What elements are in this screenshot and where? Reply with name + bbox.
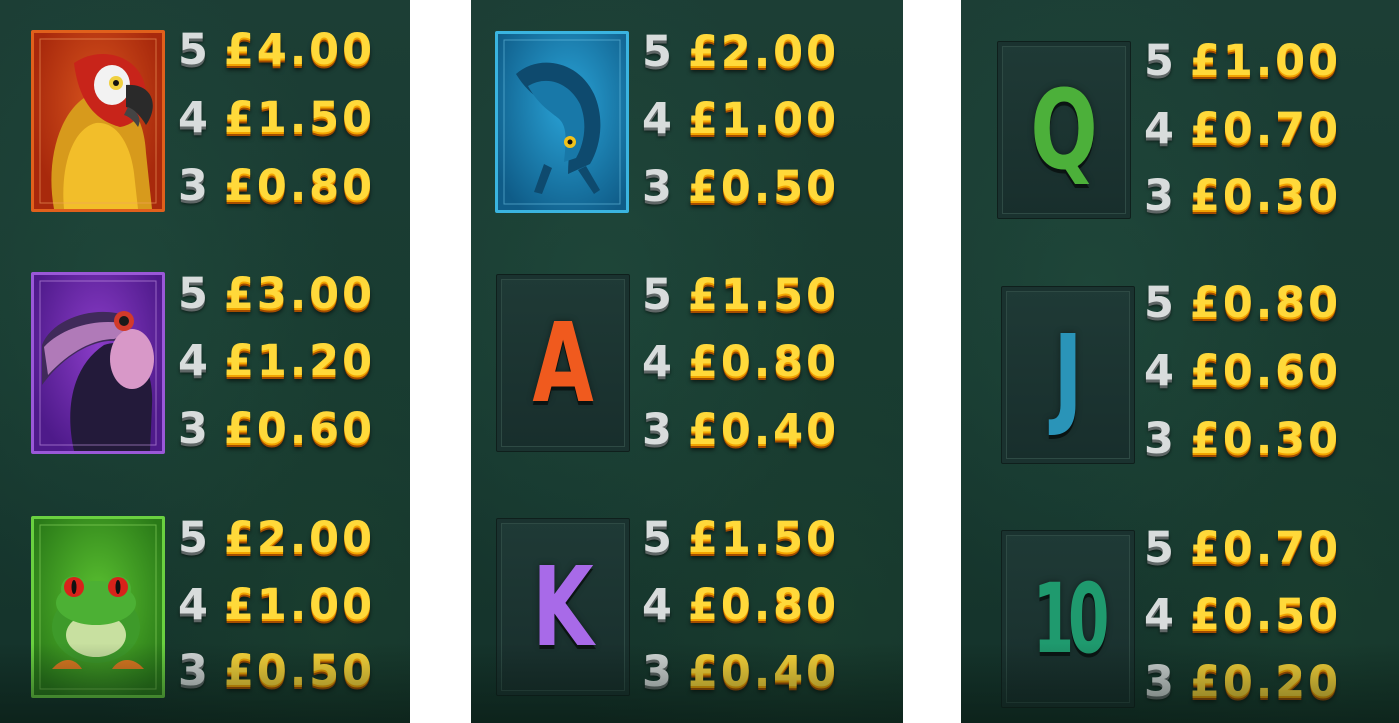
letter-k-glyph: K bbox=[532, 543, 594, 671]
payout-row: 5 £2.00 bbox=[178, 505, 375, 571]
payout-row: 5 £3.00 bbox=[178, 261, 375, 327]
match-count: 5 bbox=[642, 270, 672, 320]
match-count: 3 bbox=[642, 162, 672, 212]
payout-amount: £2.00 bbox=[688, 27, 840, 77]
payout-amount: £1.00 bbox=[688, 94, 840, 144]
salamander-icon bbox=[495, 31, 629, 213]
match-count: 4 bbox=[1144, 346, 1174, 396]
payout-row: 4 £0.60 bbox=[1144, 338, 1341, 404]
payout-row: 5 £4.00 bbox=[178, 17, 375, 83]
payout-row: 5 £1.50 bbox=[642, 505, 839, 571]
letter-k-icon: K bbox=[496, 518, 630, 696]
payout-row: 4 £1.00 bbox=[642, 86, 839, 152]
payout-row: 4 £1.20 bbox=[178, 328, 375, 394]
payout-row: 4 £0.80 bbox=[642, 329, 839, 395]
payout-amount: £3.00 bbox=[224, 269, 376, 319]
payout-row: 5 £1.50 bbox=[642, 262, 839, 328]
letter-a-glyph: A bbox=[532, 299, 594, 427]
payout-amount: £0.30 bbox=[1190, 414, 1342, 464]
payout-amount: £0.50 bbox=[688, 162, 840, 212]
payout-row: 3 £0.50 bbox=[642, 154, 839, 220]
match-count: 5 bbox=[642, 513, 672, 563]
payout-amount: £1.20 bbox=[224, 336, 376, 386]
payout-amount: £4.00 bbox=[224, 25, 376, 75]
frog-icon bbox=[31, 516, 165, 698]
payout-row: 3 £0.40 bbox=[642, 397, 839, 463]
match-count: 3 bbox=[1144, 171, 1174, 221]
payout-amount: £0.40 bbox=[688, 405, 840, 455]
match-count: 4 bbox=[178, 93, 208, 143]
payout-amount: £0.80 bbox=[688, 337, 840, 387]
payout-row: 3 £0.60 bbox=[178, 396, 375, 462]
payout-amount: £0.80 bbox=[688, 580, 840, 630]
number-10-glyph: 10 bbox=[1032, 563, 1110, 675]
match-count: 5 bbox=[178, 513, 208, 563]
payout-amount: £2.00 bbox=[224, 513, 376, 563]
match-count: 5 bbox=[1144, 278, 1174, 328]
payout-row: 3 £0.50 bbox=[178, 638, 375, 704]
match-count: 4 bbox=[642, 337, 672, 387]
match-count: 3 bbox=[642, 647, 672, 697]
payout-row: 4 £1.50 bbox=[178, 85, 375, 151]
payout-row: 4 £1.00 bbox=[178, 572, 375, 638]
match-count: 3 bbox=[178, 404, 208, 454]
match-count: 4 bbox=[1144, 590, 1174, 640]
letter-j-icon: J bbox=[1001, 286, 1135, 464]
match-count: 5 bbox=[178, 25, 208, 75]
match-count: 5 bbox=[642, 27, 672, 77]
payout-amount: £0.50 bbox=[1190, 590, 1342, 640]
payout-amount: £1.50 bbox=[224, 93, 376, 143]
match-count: 4 bbox=[642, 580, 672, 630]
match-count: 3 bbox=[642, 405, 672, 455]
match-count: 3 bbox=[1144, 657, 1174, 707]
match-count: 5 bbox=[1144, 523, 1174, 573]
match-count: 4 bbox=[178, 580, 208, 630]
payout-amount: £0.20 bbox=[1190, 657, 1342, 707]
toucan-icon bbox=[31, 272, 165, 454]
payout-amount: £1.00 bbox=[1190, 36, 1342, 86]
paytable-panel-3: Q 5 £1.00 4 £0.70 3 £0.30 J 5 £0.80 4 £0.60 3… bbox=[961, 0, 1399, 723]
payout-amount: £0.50 bbox=[224, 646, 376, 696]
match-count: 3 bbox=[178, 161, 208, 211]
payout-row: 5 £0.80 bbox=[1144, 270, 1341, 336]
payout-row: 3 £0.30 bbox=[1144, 406, 1341, 472]
parrot-icon bbox=[31, 30, 165, 212]
match-count: 4 bbox=[642, 94, 672, 144]
match-count: 5 bbox=[1144, 36, 1174, 86]
payout-amount: £0.30 bbox=[1190, 171, 1342, 221]
payout-row: 3 £0.20 bbox=[1144, 649, 1341, 715]
payout-row: 4 £0.70 bbox=[1144, 96, 1341, 162]
payout-amount: £0.80 bbox=[1190, 278, 1342, 328]
payout-amount: £0.70 bbox=[1190, 523, 1342, 573]
payout-row: 4 £0.50 bbox=[1144, 582, 1341, 648]
letter-a-icon: A bbox=[496, 274, 630, 452]
payout-amount: £0.70 bbox=[1190, 104, 1342, 154]
paytable-panel-1: 5 £4.00 4 £1.50 3 £0.80 5 £3.00 4 £1.20 bbox=[0, 0, 410, 723]
payout-amount: £1.50 bbox=[688, 270, 840, 320]
payout-row: 3 £0.40 bbox=[642, 639, 839, 705]
payout-row: 5 £1.00 bbox=[1144, 28, 1341, 94]
payout-row: 3 £0.30 bbox=[1144, 163, 1341, 229]
payout-row: 4 £0.80 bbox=[642, 572, 839, 638]
letter-q-glyph: Q bbox=[1030, 66, 1098, 194]
payout-amount: £1.50 bbox=[688, 513, 840, 563]
letter-q-icon: Q bbox=[997, 41, 1131, 219]
payout-row: 3 £0.80 bbox=[178, 153, 375, 219]
match-count: 4 bbox=[178, 336, 208, 386]
payout-amount: £0.60 bbox=[1190, 346, 1342, 396]
payout-amount: £1.00 bbox=[224, 580, 376, 630]
paytable-panel-2: 5 £2.00 4 £1.00 3 £0.50 A 5 £1.50 4 £0.80 3 £0… bbox=[471, 0, 903, 723]
number-10-icon: 10 bbox=[1001, 530, 1135, 708]
payout-amount: £0.60 bbox=[224, 404, 376, 454]
letter-j-glyph: J bbox=[1053, 311, 1083, 439]
match-count: 3 bbox=[178, 646, 208, 696]
match-count: 3 bbox=[1144, 414, 1174, 464]
payout-row: 5 £2.00 bbox=[642, 19, 839, 85]
payout-amount: £0.80 bbox=[224, 161, 376, 211]
payout-amount: £0.40 bbox=[688, 647, 840, 697]
payout-row: 5 £0.70 bbox=[1144, 515, 1341, 581]
match-count: 4 bbox=[1144, 104, 1174, 154]
match-count: 5 bbox=[178, 269, 208, 319]
